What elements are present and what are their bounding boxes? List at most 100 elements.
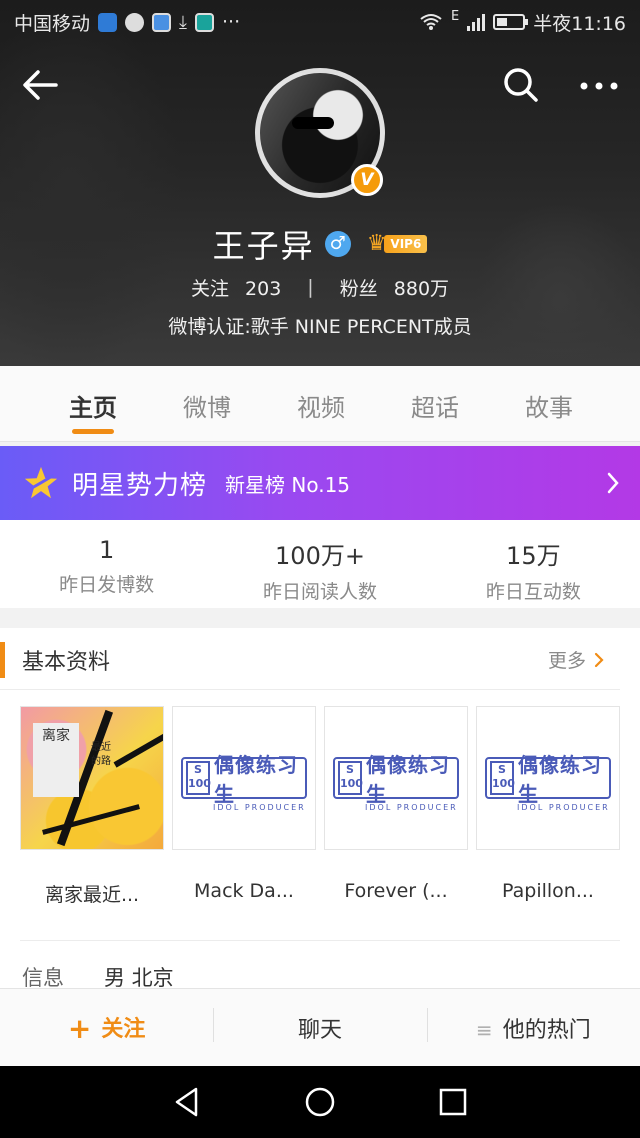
music-title[interactable]: Mack Da... bbox=[172, 880, 316, 907]
music-cover[interactable]: 离家 最近 的路 bbox=[20, 706, 164, 850]
cover-title: 离家 bbox=[33, 723, 79, 797]
download-icon: ⤓ bbox=[179, 11, 187, 33]
vip-level: VIP6 bbox=[384, 235, 428, 253]
status-left: 中国移动 ⤓ ··· bbox=[14, 9, 240, 36]
search-button[interactable] bbox=[498, 62, 544, 108]
cover-line: 的路 bbox=[91, 756, 111, 767]
logo-box: S 100 bbox=[186, 761, 211, 795]
carrier-label: 中国移动 bbox=[14, 12, 91, 35]
metric-value: 100万+ bbox=[275, 542, 365, 570]
chevron-right-icon bbox=[594, 652, 604, 667]
idol-producer-logo: S 100 偶像练习生 bbox=[485, 753, 611, 806]
music-cover[interactable]: S 100 偶像练习生 IDOL PRODUCER bbox=[476, 706, 620, 850]
music-title[interactable]: Papillon... bbox=[476, 880, 620, 907]
status-bar: 中国移动 ⤓ ··· E 半夜11:16 bbox=[0, 0, 640, 44]
banner-title: 明星势力榜 bbox=[72, 470, 208, 501]
back-button[interactable] bbox=[18, 62, 64, 108]
chat-button[interactable]: 聊天 bbox=[213, 1007, 426, 1044]
logo-subtext: IDOL PRODUCER bbox=[213, 803, 306, 812]
profile-tabs: 主页 微博 视频 超话 故事 bbox=[0, 366, 640, 442]
chat-label: 聊天 bbox=[297, 1017, 342, 1043]
tab-supertopic[interactable]: 超话 bbox=[378, 366, 492, 441]
music-cover[interactable]: S 100 偶像练习生 IDOL PRODUCER bbox=[172, 706, 316, 850]
card-header: 基本资料 更多 bbox=[0, 628, 620, 690]
profile-name: 王子异 bbox=[212, 227, 315, 265]
tab-video[interactable]: 视频 bbox=[264, 366, 378, 441]
network-type: E bbox=[451, 8, 460, 24]
logo-subtext: IDOL PRODUCER bbox=[517, 803, 610, 812]
more-dots-icon bbox=[580, 82, 618, 90]
more-link[interactable]: 更多 bbox=[548, 646, 604, 673]
star-power-banner[interactable]: 明星势力榜 新星榜 No.15 bbox=[0, 446, 640, 520]
star-icon bbox=[24, 466, 58, 499]
metric-posts: 1 昨日发博数 bbox=[0, 520, 213, 608]
follow-stats: 关注 203 | 粉丝 880万 bbox=[0, 272, 640, 302]
logo-box: S 100 bbox=[490, 761, 515, 795]
avatar-container[interactable]: V bbox=[255, 68, 385, 198]
list-icon: ≡ bbox=[475, 1017, 493, 1042]
follow-label: 关注 bbox=[101, 1016, 146, 1042]
metric-interactions: 15万 昨日互动数 bbox=[427, 520, 640, 608]
male-icon: ♂ bbox=[324, 231, 351, 257]
profile-header: 中国移动 ⤓ ··· E 半夜11:16 V 王子异 ♂ ♛ VIP6 关注 2… bbox=[0, 0, 640, 366]
vip-badge[interactable]: ♛ VIP6 bbox=[367, 233, 428, 255]
wifi-icon bbox=[420, 14, 442, 30]
plus-icon: + bbox=[67, 1011, 92, 1045]
app-notification-icon-2 bbox=[194, 12, 214, 32]
metric-label: 昨日互动数 bbox=[485, 581, 581, 603]
music-cover[interactable]: S 100 偶像练习生 IDOL PRODUCER bbox=[324, 706, 468, 850]
nav-back-button[interactable] bbox=[167, 1082, 207, 1122]
stats-divider: | bbox=[307, 276, 314, 298]
verified-v-icon: V bbox=[351, 164, 383, 196]
cover-stripe bbox=[113, 732, 163, 768]
nav-home-button[interactable] bbox=[300, 1082, 340, 1122]
battery-icon bbox=[493, 14, 529, 30]
name-row: 王子异 ♂ ♛ VIP6 bbox=[0, 222, 640, 266]
following-stat[interactable]: 关注 203 bbox=[191, 274, 281, 301]
avatar-sunglasses bbox=[292, 117, 334, 129]
circle-home-icon bbox=[305, 1087, 335, 1117]
music-title[interactable]: Forever (... bbox=[324, 880, 468, 907]
cover-subtitle: 最近 的路 bbox=[91, 741, 111, 769]
hot-posts-button[interactable]: ≡ 他的热门 bbox=[426, 1007, 640, 1044]
shield-app-icon bbox=[98, 12, 118, 32]
follow-button[interactable]: + 关注 bbox=[0, 1011, 213, 1045]
music-names: 离家最近... Mack Da... Forever (... Papillon… bbox=[20, 880, 620, 907]
status-right: E 半夜11:16 bbox=[419, 9, 626, 36]
more-label: 更多 bbox=[547, 650, 586, 672]
signal-icon bbox=[467, 13, 486, 31]
bottom-action-bar: + 关注 聊天 ≡ 他的热门 bbox=[0, 988, 640, 1066]
daily-metrics: 1 昨日发博数 100万+ 昨日阅读人数 15万 昨日互动数 bbox=[0, 520, 640, 608]
divider bbox=[20, 940, 620, 941]
system-nav-bar bbox=[0, 1066, 640, 1138]
music-list: 离家 最近 的路 S 100 偶像练习生 IDOL PRODUCER S 100… bbox=[20, 706, 620, 856]
chevron-right-icon bbox=[607, 472, 619, 494]
banner-rank: 新星榜 No.15 bbox=[225, 472, 351, 497]
followers-label: 粉丝 bbox=[339, 277, 378, 300]
more-notifications-icon: ··· bbox=[221, 11, 241, 33]
clock: 半夜11:16 bbox=[533, 12, 626, 35]
back-arrow-icon bbox=[23, 70, 58, 100]
tab-stories[interactable]: 故事 bbox=[492, 366, 606, 441]
followers-stat[interactable]: 粉丝 880万 bbox=[340, 274, 449, 301]
idol-producer-logo: S 100 偶像练习生 bbox=[181, 753, 307, 806]
logo-text: 偶像练习生 bbox=[518, 753, 602, 806]
logo-text: 偶像练习生 bbox=[366, 753, 450, 806]
metric-label: 昨日发博数 bbox=[59, 574, 155, 596]
followers-count: 880万 bbox=[393, 277, 450, 300]
music-title[interactable]: 离家最近... bbox=[20, 880, 164, 907]
hot-label: 他的热门 bbox=[502, 1017, 591, 1043]
metric-readers: 100万+ 昨日阅读人数 bbox=[213, 520, 426, 608]
app-notification-icon bbox=[152, 12, 172, 32]
nav-recents-button[interactable] bbox=[433, 1082, 473, 1122]
metric-label: 昨日阅读人数 bbox=[262, 581, 377, 603]
more-options-button[interactable] bbox=[572, 62, 626, 108]
tab-weibo[interactable]: 微博 bbox=[150, 366, 264, 441]
album-cover-art: 离家 最近 的路 bbox=[21, 707, 163, 849]
following-count: 203 bbox=[245, 277, 282, 300]
verification-text: 微博认证:歌手 NINE PERCENT成员 bbox=[168, 316, 472, 338]
metric-value: 15万 bbox=[506, 542, 561, 570]
logo-box: S 100 bbox=[338, 761, 363, 795]
tab-home[interactable]: 主页 bbox=[36, 366, 150, 441]
section-title: 基本资料 bbox=[22, 650, 111, 675]
